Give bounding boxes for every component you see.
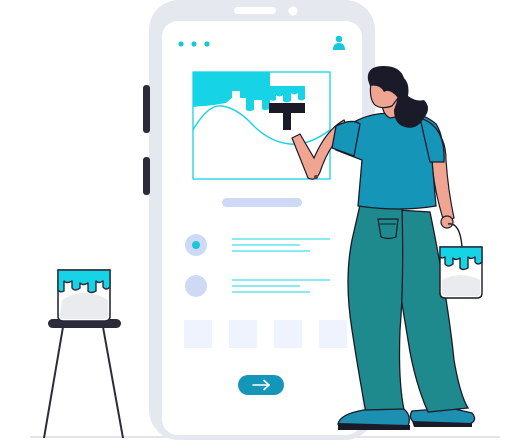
phone-camera xyxy=(288,6,298,16)
caption-placeholder xyxy=(222,198,302,207)
thumbnail[interactable] xyxy=(274,320,302,348)
phone-side-button-bottom xyxy=(143,157,150,195)
phone-mockup xyxy=(143,0,375,440)
phone-speaker xyxy=(234,7,276,14)
thumbnail[interactable] xyxy=(319,320,347,348)
illustration-canvas xyxy=(30,0,500,440)
paint-bucket-icon xyxy=(439,223,483,299)
paint-bucket-icon xyxy=(57,269,111,322)
phone-side-button-top xyxy=(143,85,150,133)
thumbnail[interactable] xyxy=(229,320,257,348)
thumbnail[interactable] xyxy=(184,320,212,348)
leg-back xyxy=(391,209,470,413)
paint-stool xyxy=(43,319,124,439)
radio-unselected[interactable] xyxy=(185,275,207,297)
next-button[interactable] xyxy=(238,375,284,395)
